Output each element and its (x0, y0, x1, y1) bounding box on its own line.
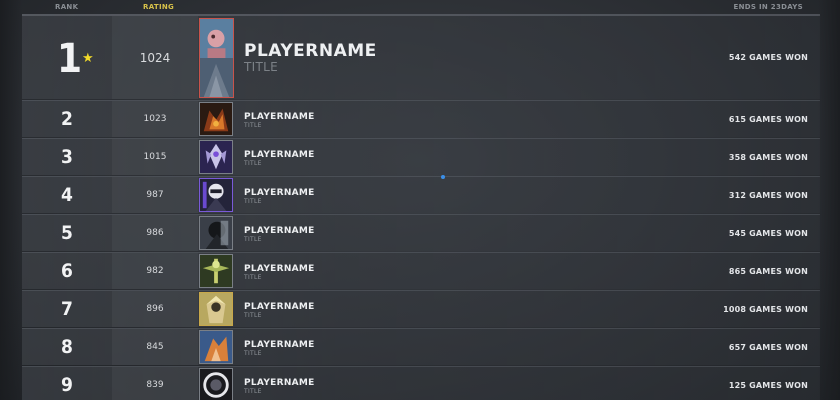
rank-cell: 3 (22, 139, 112, 175)
player-portrait[interactable] (199, 254, 233, 288)
games-won: 358 GAMES WON (728, 152, 808, 162)
player-title: TITLE (244, 236, 262, 243)
player-title: TITLE (244, 274, 262, 281)
rank-cell: 6 (22, 253, 112, 289)
player-title: TITLE (244, 388, 262, 395)
rank-number: 5 (61, 222, 73, 244)
rating-value: 1023 (112, 101, 198, 137)
rating-value: 982 (112, 253, 198, 289)
rank-cell: 4 (22, 177, 112, 213)
player-info: PLAYERNAME TITLE (244, 302, 315, 319)
player-title: TITLE (244, 350, 262, 357)
player-name[interactable]: PLAYERNAME (244, 302, 315, 312)
leaderboard-row-5[interactable]: 5 986 PLAYERNAME TITLE 545 GAMES WON (22, 214, 820, 251)
player-info: PLAYERNAME TITLE (244, 42, 377, 74)
leaderboard-row-4[interactable]: 4 987 PLAYERNAME TITLE 312 GAMES WON (22, 176, 820, 213)
season-end-countdown: ENDS IN 23DAYS (733, 3, 803, 11)
games-won: 1008 GAMES WON (723, 304, 808, 314)
player-info: PLAYERNAME TITLE (244, 150, 315, 167)
games-won: 125 GAMES WON (728, 380, 808, 390)
rank-number: 3 (61, 146, 73, 168)
left-edge-vignette (0, 0, 22, 400)
player-info: PLAYERNAME TITLE (244, 226, 315, 243)
player-title: TITLE (244, 312, 262, 319)
rank-column-header: RANK (55, 3, 79, 11)
leaderboard-row-6[interactable]: 6 982 PLAYERNAME TITLE 865 GAMES WON (22, 252, 820, 289)
rank-number: 4 (61, 184, 73, 206)
player-info: PLAYERNAME TITLE (244, 112, 315, 129)
games-won: 312 GAMES WON (728, 190, 808, 200)
leaderboard-page: RANK RATING ENDS IN 23DAYS 1 ★ 1024 PLAY… (0, 0, 840, 400)
player-portrait[interactable] (199, 292, 233, 326)
rating-value: 845 (112, 329, 198, 365)
player-portrait[interactable] (199, 178, 233, 212)
player-info: PLAYERNAME TITLE (244, 264, 315, 281)
rank-cell: 1 ★ (22, 16, 112, 99)
leaderboard-row-7[interactable]: 7 896 PLAYERNAME TITLE 1008 GAMES WON (22, 290, 820, 327)
leaderboard-row-3[interactable]: 3 1015 PLAYERNAME TITLE 358 GAMES WON (22, 138, 820, 175)
leaderboard-row-1[interactable]: 1 ★ 1024 PLAYERNAME TITLE 542 GAMES WON (22, 14, 820, 99)
rating-value: 986 (112, 215, 198, 251)
player-info: PLAYERNAME TITLE (244, 340, 315, 357)
cursor-dot (441, 175, 445, 179)
leaderboard-row-8[interactable]: 8 845 PLAYERNAME TITLE 657 GAMES WON (22, 328, 820, 365)
column-header-bar: RANK RATING ENDS IN 23DAYS (0, 0, 840, 14)
right-edge-vignette (818, 0, 840, 400)
games-won: 615 GAMES WON (728, 114, 808, 124)
games-won: 865 GAMES WON (728, 266, 808, 276)
player-title: TITLE (244, 122, 262, 129)
player-title: TITLE (244, 160, 262, 167)
player-name[interactable]: PLAYERNAME (244, 264, 315, 274)
player-name[interactable]: PLAYERNAME (244, 188, 315, 198)
rank-cell: 2 (22, 101, 112, 137)
player-name[interactable]: PLAYERNAME (244, 226, 315, 236)
player-name[interactable]: PLAYERNAME (244, 112, 315, 122)
rating-value: 839 (112, 367, 198, 400)
rank-cell: 9 (22, 367, 112, 400)
rank-number: 6 (61, 260, 73, 282)
player-title: TITLE (244, 60, 278, 74)
rating-column-header[interactable]: RATING (143, 3, 174, 11)
star-icon: ★ (82, 51, 94, 66)
leaderboard-row-9[interactable]: 9 839 PLAYERNAME TITLE 125 GAMES WON (22, 366, 820, 400)
games-won: 545 GAMES WON (728, 228, 808, 238)
rating-value: 1024 (112, 16, 198, 99)
player-portrait[interactable] (199, 368, 233, 400)
rank-number: 7 (61, 298, 73, 320)
rank-number: 2 (61, 108, 73, 130)
player-name[interactable]: PLAYERNAME (244, 340, 315, 350)
leaderboard-row-2[interactable]: 2 1023 PLAYERNAME TITLE 615 GAMES WON (22, 100, 820, 137)
player-portrait[interactable] (199, 102, 233, 136)
rating-value: 987 (112, 177, 198, 213)
player-portrait[interactable] (199, 216, 233, 250)
player-info: PLAYERNAME TITLE (244, 378, 315, 395)
rating-value: 1015 (112, 139, 198, 175)
player-name[interactable]: PLAYERNAME (244, 378, 315, 388)
rank-cell: 7 (22, 291, 112, 327)
player-portrait[interactable] (199, 18, 234, 98)
rank-cell: 5 (22, 215, 112, 251)
rating-value: 896 (112, 291, 198, 327)
games-won: 657 GAMES WON (728, 342, 808, 352)
player-portrait[interactable] (199, 140, 233, 174)
rank-number: 8 (61, 336, 73, 358)
player-name[interactable]: PLAYERNAME (244, 42, 377, 60)
player-portrait[interactable] (199, 330, 233, 364)
leaderboard-list: 1 ★ 1024 PLAYERNAME TITLE 542 GAMES WON … (22, 14, 820, 400)
player-name[interactable]: PLAYERNAME (244, 150, 315, 160)
rank-number: 1 (57, 36, 83, 82)
rank-cell: 8 (22, 329, 112, 365)
player-info: PLAYERNAME TITLE (244, 188, 315, 205)
player-title: TITLE (244, 198, 262, 205)
games-won: 542 GAMES WON (728, 53, 808, 62)
rank-number: 9 (61, 374, 73, 396)
